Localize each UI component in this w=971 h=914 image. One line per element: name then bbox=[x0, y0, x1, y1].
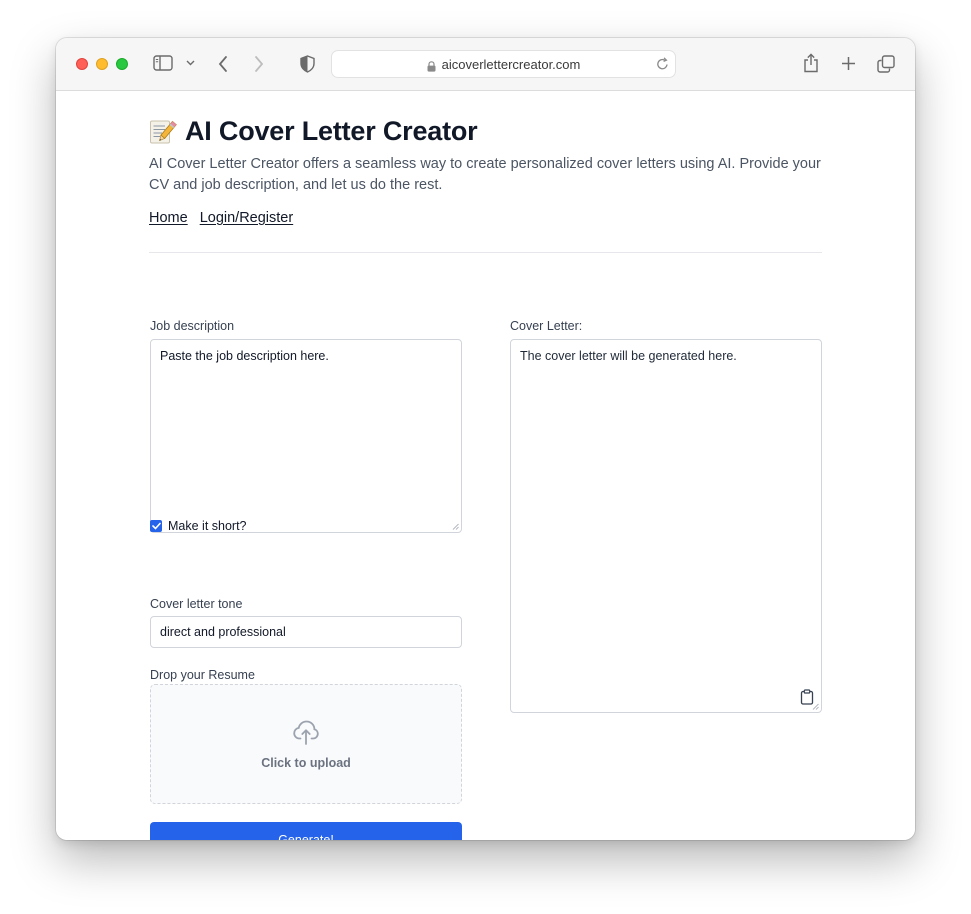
chevron-left-icon[interactable] bbox=[218, 55, 228, 73]
page-content: AI Cover Letter Creator AI Cover Letter … bbox=[56, 92, 915, 840]
intro-text: AI Cover Letter Creator offers a seamles… bbox=[149, 156, 821, 193]
resume-dropzone[interactable]: Click to upload bbox=[150, 684, 462, 804]
lock-icon bbox=[427, 59, 436, 72]
nav-links: Home Login/Register bbox=[149, 210, 293, 226]
cover-letter-textarea[interactable]: The cover letter will be generated here. bbox=[510, 339, 822, 713]
chevron-down-icon[interactable] bbox=[186, 60, 195, 66]
make-short-checkbox[interactable] bbox=[150, 520, 162, 532]
home-link[interactable]: Home bbox=[149, 210, 188, 226]
minimize-window-button[interactable] bbox=[96, 58, 108, 70]
job-description-label: Job description bbox=[150, 319, 235, 333]
reload-icon[interactable] bbox=[656, 57, 669, 76]
cloud-upload-icon bbox=[293, 720, 319, 745]
divider bbox=[149, 252, 822, 253]
resume-label: Drop your Resume bbox=[150, 668, 255, 682]
browser-toolbar: aicoverlettercreator.com bbox=[56, 38, 915, 91]
tone-label: Cover letter tone bbox=[150, 597, 243, 611]
plus-icon[interactable] bbox=[841, 56, 856, 71]
cover-letter-placeholder: The cover letter will be generated here. bbox=[520, 349, 737, 363]
page-title: AI Cover Letter Creator bbox=[149, 116, 478, 147]
browser-window: aicoverlettercreator.com AI Cover Letter… bbox=[56, 38, 915, 840]
make-short-label: Make it short? bbox=[168, 519, 247, 533]
zoom-window-button[interactable] bbox=[116, 58, 128, 70]
upload-hint: Click to upload bbox=[261, 756, 351, 770]
chevron-right-icon[interactable] bbox=[254, 55, 264, 73]
login-register-link[interactable]: Login/Register bbox=[200, 210, 294, 226]
tabs-icon[interactable] bbox=[877, 55, 895, 73]
make-short-row: Make it short? bbox=[150, 519, 247, 533]
job-description-textarea[interactable]: Paste the job description here. bbox=[150, 339, 462, 533]
generate-button[interactable]: Generate! bbox=[150, 822, 462, 840]
url-text: aicoverlettercreator.com bbox=[441, 56, 581, 72]
tone-input[interactable]: direct and professional bbox=[150, 616, 462, 648]
resize-handle-icon[interactable] bbox=[452, 523, 459, 530]
share-icon[interactable] bbox=[803, 53, 819, 73]
cover-letter-label: Cover Letter: bbox=[510, 319, 583, 333]
address-bar[interactable]: aicoverlettercreator.com bbox=[331, 50, 676, 78]
sidebar-icon[interactable] bbox=[153, 55, 173, 71]
resize-handle-icon[interactable] bbox=[812, 703, 819, 710]
memo-icon bbox=[149, 119, 177, 145]
close-window-button[interactable] bbox=[76, 58, 88, 70]
checkmark-icon bbox=[151, 522, 161, 530]
job-description-placeholder: Paste the job description here. bbox=[160, 349, 329, 363]
page-title-text: AI Cover Letter Creator bbox=[185, 116, 478, 146]
shield-icon[interactable] bbox=[300, 55, 315, 73]
